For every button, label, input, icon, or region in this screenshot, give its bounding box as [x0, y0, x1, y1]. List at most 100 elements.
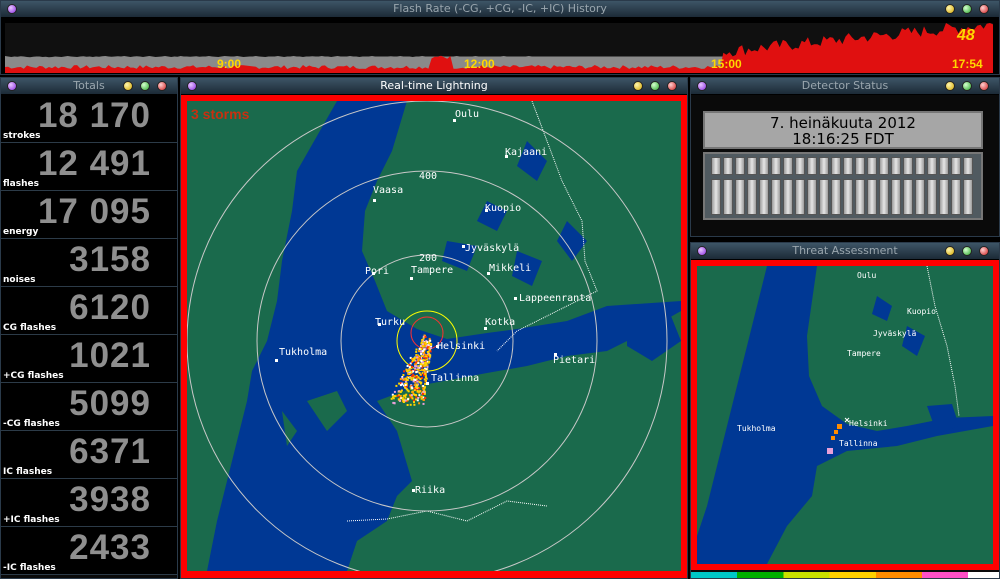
minimize-button[interactable] — [945, 246, 955, 256]
totals-label: CG flashes — [3, 323, 57, 333]
lightning-stroke-mark — [417, 369, 420, 372]
city-pietari: Pietari — [553, 355, 595, 366]
close-button[interactable] — [157, 81, 167, 91]
lightning-stroke-mark — [413, 384, 416, 387]
lightning-stroke-mark — [399, 391, 402, 393]
lightning-stroke-mark — [418, 402, 421, 405]
window-menu-icon[interactable] — [697, 246, 707, 256]
maximize-button[interactable] — [962, 246, 972, 256]
totals-row: 5099 -CG flashes — [1, 383, 177, 431]
totals-title: Totals — [73, 79, 105, 92]
window-menu-icon[interactable] — [7, 4, 17, 14]
lightning-stroke-mark — [416, 390, 419, 392]
lightning-stroke-mark — [410, 394, 413, 397]
lightning-stroke-mark — [424, 372, 427, 375]
totals-label: noises — [3, 275, 36, 285]
minimize-button[interactable] — [945, 4, 955, 14]
channel-meter-segment — [711, 157, 721, 175]
channel-meter-segment — [831, 157, 841, 175]
channel-meter-segment — [867, 179, 877, 215]
lightning-stroke-mark — [404, 394, 407, 397]
threat-color-scale — [691, 572, 999, 578]
maximize-button[interactable] — [962, 81, 972, 91]
city-tampere: Tampere — [411, 265, 453, 276]
lightning-stroke-mark — [417, 397, 420, 399]
detector-status-titlebar[interactable]: Detector Status — [691, 78, 999, 95]
lightning-stroke-mark — [413, 359, 416, 362]
window-menu-icon[interactable] — [7, 81, 17, 91]
totals-list: 18 170 strokes 12 491 flashes 17 095 energy 31… — [1, 95, 177, 575]
totals-value: 6371 — [69, 432, 151, 471]
lightning-stroke-mark — [425, 377, 428, 380]
lightning-stroke-mark — [415, 383, 418, 386]
threat-storm-marks[interactable] — [827, 417, 850, 454]
lightning-stroke-mark — [417, 376, 420, 379]
minimize-button[interactable] — [945, 81, 955, 91]
lightning-stroke-mark — [420, 348, 423, 350]
tick-label-15: 15:00 — [711, 57, 742, 71]
lightning-stroke-mark — [401, 383, 404, 386]
ring-label-400: 400 — [419, 171, 437, 182]
lightning-stroke-mark — [420, 381, 423, 384]
realtime-lightning-titlebar[interactable]: Real-time Lightning — [181, 78, 687, 95]
channel-meter-segment — [759, 179, 769, 215]
channel-meter-segment — [759, 157, 769, 175]
threat-city-helsinki: Helsinki — [849, 419, 888, 428]
close-button[interactable] — [979, 81, 989, 91]
lightning-stroke-mark — [399, 378, 402, 381]
channel-meter-segment — [795, 179, 805, 215]
city-tallinna: Tallinna — [431, 373, 479, 384]
minimize-button[interactable] — [123, 81, 133, 91]
totals-titlebar[interactable]: Totals — [1, 78, 177, 95]
channel-meter-segment — [795, 157, 805, 175]
channel-meter-segment — [735, 179, 745, 215]
close-button[interactable] — [667, 81, 677, 91]
flash-rate-history-titlebar[interactable]: Flash Rate (-CG, +CG, -IC, +IC) History — [1, 1, 999, 18]
lightning-stroke-mark — [413, 401, 415, 404]
channel-meter-segment — [927, 179, 937, 215]
lightning-stroke-mark — [427, 342, 430, 344]
channel-meter-segment — [735, 157, 745, 175]
lightning-stroke-mark — [421, 345, 424, 347]
lightning-stroke-mark — [392, 397, 395, 400]
close-button[interactable] — [979, 246, 989, 256]
lightning-stroke-mark — [408, 366, 411, 369]
threat-map[interactable]: Oulu Kuopio Jyväskylä Tampere Helsinki T… — [697, 266, 993, 564]
lightning-stroke-mark — [422, 387, 425, 390]
lightning-stroke-mark — [421, 355, 424, 358]
lightning-map-frame: 400 200 Oulu Kajaani Vaasa Kuopio Jyväsk… — [181, 95, 687, 578]
lightning-stroke-mark — [429, 347, 432, 350]
lightning-stroke-mark — [402, 401, 405, 403]
lightning-stroke-mark — [419, 378, 422, 381]
lightning-stroke-mark — [415, 361, 418, 364]
city-turku: Turku — [375, 317, 405, 328]
minimize-button[interactable] — [633, 81, 643, 91]
maximize-button[interactable] — [650, 81, 660, 91]
window-menu-icon[interactable] — [187, 81, 197, 91]
detector-time: 18:16:25 FDT — [792, 130, 894, 148]
lightning-stroke-mark — [425, 363, 428, 366]
totals-value: 12 491 — [37, 144, 151, 183]
maximize-button[interactable] — [140, 81, 150, 91]
city-vaasa: Vaasa — [373, 185, 403, 196]
lightning-stroke-mark — [423, 353, 426, 356]
channel-meter-segment — [939, 179, 949, 215]
channel-meter-segment — [927, 157, 937, 175]
close-button[interactable] — [979, 4, 989, 14]
threat-assessment-titlebar[interactable]: Threat Assessment — [691, 243, 999, 260]
maximize-button[interactable] — [962, 4, 972, 14]
lightning-stroke-mark — [413, 393, 416, 396]
lightning-stroke-mark — [411, 397, 414, 400]
flash-rate-plot — [5, 23, 993, 73]
lightning-map[interactable]: 400 200 Oulu Kajaani Vaasa Kuopio Jyväsk… — [187, 101, 681, 571]
window-menu-icon[interactable] — [697, 81, 707, 91]
lightning-stroke-mark — [419, 350, 422, 353]
lightning-stroke-mark — [414, 363, 417, 366]
flash-rate-chart: 9:00 12:00 15:00 48 17:54 — [1, 18, 999, 74]
lightning-stroke-mark — [418, 387, 421, 390]
totals-row: 18 170 strokes — [1, 95, 177, 143]
threat-city-oulu: Oulu — [857, 271, 876, 280]
lightning-stroke-mark — [416, 356, 419, 359]
channel-meter-segment — [831, 179, 841, 215]
lightning-stroke-mark — [395, 384, 398, 387]
